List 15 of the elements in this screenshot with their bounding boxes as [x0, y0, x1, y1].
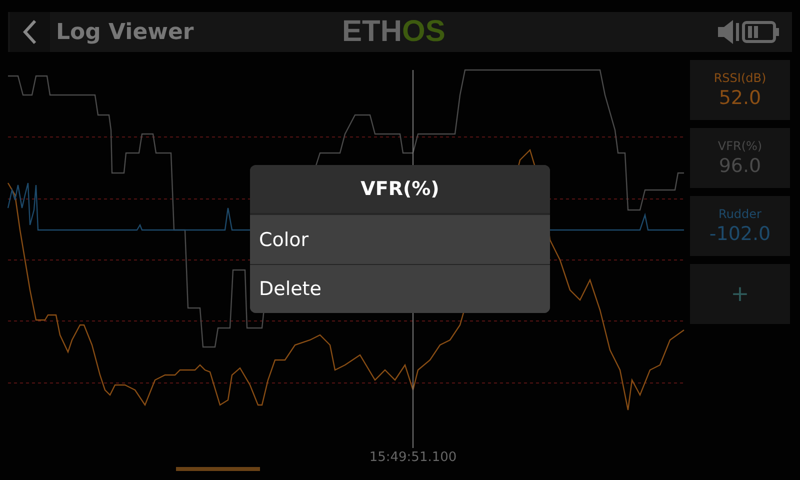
series-tile[interactable]: RSSI(dB) 52.0	[690, 60, 790, 120]
speaker-icon[interactable]	[716, 17, 740, 47]
menu-item[interactable]: Delete	[250, 264, 550, 313]
screen-title: Log Viewer	[56, 20, 194, 44]
series-value: -102.0	[709, 223, 771, 245]
back-button[interactable]	[10, 12, 50, 52]
add-series-button[interactable]: +	[690, 264, 790, 324]
series-tile[interactable]: Rudder -102.0	[690, 196, 790, 256]
series-name: Rudder	[718, 207, 762, 221]
series-name: RSSI(dB)	[714, 71, 766, 85]
logo: ETHOS	[342, 15, 446, 49]
menu-title: VFR(%)	[250, 165, 550, 215]
battery-icon	[742, 19, 780, 45]
series-value: 52.0	[718, 87, 762, 109]
cursor-time: 15:49:51.100	[368, 450, 458, 465]
